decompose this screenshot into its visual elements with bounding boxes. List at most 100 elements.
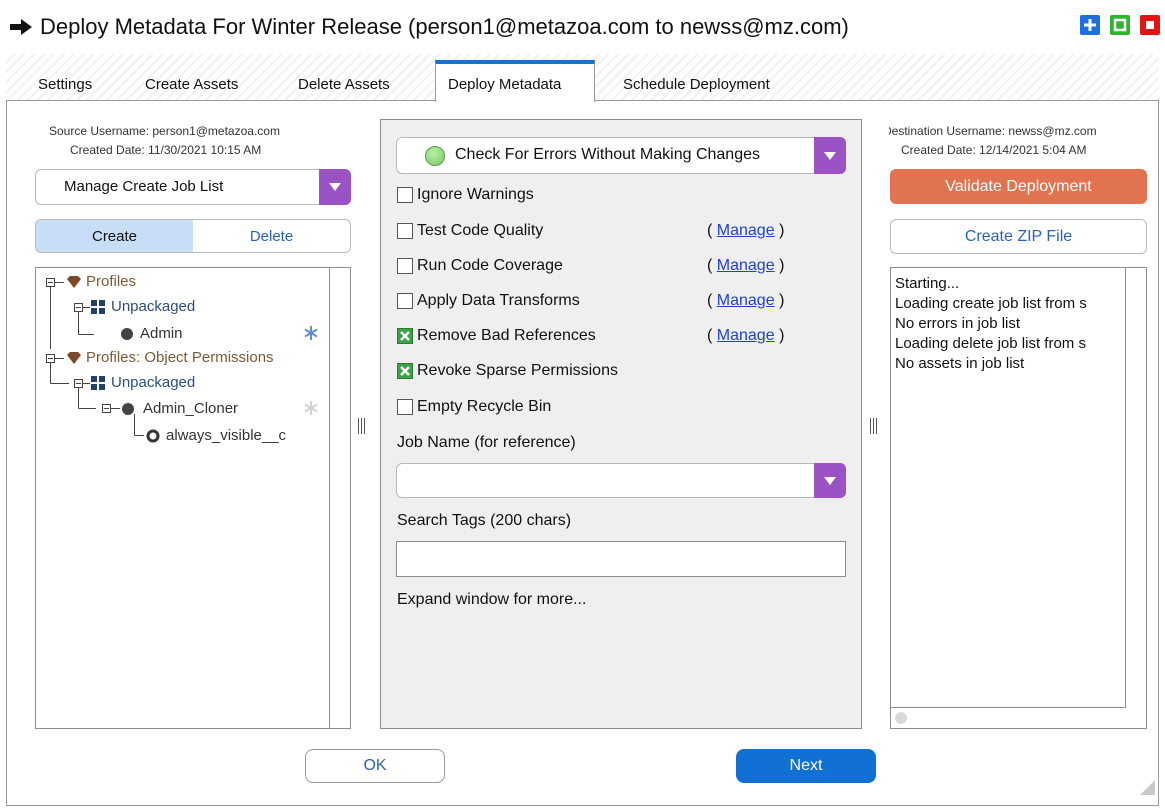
option-ignore-warnings[interactable]: Ignore Warnings (397, 186, 534, 204)
tab-create-assets[interactable]: Create Assets (145, 76, 238, 93)
arrow-right-icon (10, 19, 32, 35)
chevron-down-icon[interactable] (814, 463, 846, 498)
ring-icon (146, 429, 160, 442)
tree-node-profiles[interactable]: Profiles (66, 273, 136, 290)
option-label: Run Code Coverage (417, 257, 563, 274)
job-list-dropdown-value: Manage Create Job List (64, 178, 224, 195)
tree-node-unpackaged[interactable]: Unpackaged (91, 298, 195, 315)
add-window-button[interactable] (1080, 15, 1100, 35)
status-dot-icon (425, 146, 445, 166)
log-line: No assets in job list (895, 355, 1025, 372)
tree-node-unpackaged-2[interactable]: Unpackaged (91, 374, 195, 391)
checkbox[interactable] (397, 223, 413, 239)
option-label: Ignore Warnings (417, 186, 534, 203)
next-button[interactable]: Next (736, 749, 876, 783)
tree-node-object-permissions[interactable]: Profiles: Object Permissions (66, 349, 274, 366)
checkbox-checked[interactable] (397, 328, 413, 344)
title-bar: Deploy Metadata For Winter Release (pers… (0, 0, 1165, 54)
manage-link[interactable]: Manage (717, 327, 775, 344)
left-splitter-handle[interactable] (358, 418, 368, 434)
destination-username-clip: Destination Username: newss@mz.com (889, 124, 1159, 140)
tab-delete-assets[interactable]: Delete Assets (298, 76, 390, 93)
scroll-knob[interactable] (895, 712, 907, 724)
dot-icon (122, 402, 134, 415)
destination-username: Destination Username: newss@mz.com (889, 124, 1097, 138)
tree-label: Unpackaged (111, 298, 196, 315)
manage-apply-data-transforms: ( Manage ) (707, 292, 785, 309)
checkbox-checked[interactable] (397, 363, 413, 379)
option-label: Empty Recycle Bin (417, 398, 552, 415)
create-zip-button[interactable]: Create ZIP File (890, 219, 1147, 254)
close-button[interactable] (1140, 15, 1160, 35)
option-test-code-quality[interactable]: Test Code Quality (397, 222, 543, 240)
job-list-dropdown[interactable]: Manage Create Job List (35, 169, 351, 205)
option-remove-bad-references[interactable]: Remove Bad References (397, 327, 596, 345)
profile-diamond-icon (67, 351, 81, 364)
manage-link[interactable]: Manage (717, 222, 775, 239)
tree-node-admin-cloner[interactable]: Admin_Cloner (121, 400, 238, 417)
tree-label: Profiles (86, 273, 137, 290)
tree-label: Unpackaged (111, 374, 196, 391)
segment-delete[interactable]: Delete (193, 220, 350, 252)
right-splitter-handle[interactable] (870, 418, 880, 434)
manage-run-code-coverage: ( Manage ) (707, 257, 785, 274)
deploy-options-panel (380, 119, 862, 729)
resize-grip-icon[interactable] (1138, 778, 1156, 796)
ok-button[interactable]: OK (305, 749, 445, 783)
validate-deployment-button[interactable]: Validate Deployment (890, 169, 1147, 204)
tab-settings[interactable]: Settings (38, 76, 92, 93)
manage-link[interactable]: Manage (717, 257, 775, 274)
x-check-icon (400, 331, 410, 341)
manage-test-code-quality: ( Manage ) (707, 222, 785, 239)
checkbox[interactable] (397, 187, 413, 203)
search-tags-input[interactable] (396, 541, 846, 577)
log-line: No errors in job list (895, 315, 1021, 332)
option-label: Remove Bad References (417, 327, 596, 344)
asterisk-icon[interactable] (304, 401, 318, 415)
square-outline-icon (1113, 18, 1127, 32)
log-line: Starting... (895, 275, 960, 292)
checkbox[interactable] (397, 258, 413, 274)
search-tags-label: Search Tags (200 chars) (397, 512, 572, 529)
expand-hint: Expand window for more... (397, 591, 587, 608)
window-title: Deploy Metadata For Winter Release (pers… (40, 14, 849, 39)
create-delete-toggle: Create Delete (35, 219, 351, 253)
deploy-log-text: Starting... Loading create job list from… (891, 268, 1126, 708)
checkbox[interactable] (397, 293, 413, 309)
manage-remove-bad-references: ( Manage ) (707, 327, 785, 344)
profile-diamond-icon (67, 275, 81, 288)
chevron-down-icon[interactable] (814, 137, 846, 174)
deploy-log: Starting... Loading create job list from… (890, 267, 1147, 729)
deploy-mode-value: Check For Errors Without Making Changes (455, 146, 760, 163)
log-line: Loading delete job list from s (895, 335, 1086, 352)
tab-schedule-deployment[interactable]: Schedule Deployment (623, 76, 770, 93)
plus-icon (1084, 19, 1096, 31)
tree-node-always-visible[interactable]: always_visible__c (146, 427, 286, 444)
source-created-date: Created Date: 11/30/2021 10:15 AM (70, 143, 262, 157)
manage-link[interactable]: Manage (717, 292, 775, 309)
maximize-button[interactable] (1110, 15, 1130, 35)
option-run-code-coverage[interactable]: Run Code Coverage (397, 257, 563, 275)
dot-icon (121, 327, 133, 340)
tree-label: Admin (140, 325, 183, 342)
segment-create[interactable]: Create (36, 220, 193, 252)
job-name-label: Job Name (for reference) (397, 434, 576, 451)
chevron-down-icon[interactable] (319, 169, 351, 205)
checkbox[interactable] (397, 399, 413, 415)
deploy-mode-dropdown[interactable]: Check For Errors Without Making Changes (396, 137, 846, 174)
tree-label: always_visible__c (166, 427, 287, 444)
asset-tree: Profiles Unpackaged Admin Profiles: Obje… (35, 267, 330, 729)
asterisk-icon[interactable] (304, 326, 318, 340)
tree-label: Admin_Cloner (143, 400, 239, 417)
option-label: Apply Data Transforms (417, 292, 580, 309)
option-revoke-sparse-permissions[interactable]: Revoke Sparse Permissions (397, 362, 618, 380)
tree-scrollbar[interactable] (330, 267, 351, 729)
tab-deploy-metadata[interactable]: Deploy Metadata (435, 60, 595, 102)
tree-node-admin[interactable]: Admin (120, 325, 183, 342)
option-apply-data-transforms[interactable]: Apply Data Transforms (397, 292, 580, 310)
destination-created-date: Created Date: 12/14/2021 5:04 AM (901, 143, 1087, 157)
option-empty-recycle-bin[interactable]: Empty Recycle Bin (397, 398, 551, 416)
tab-deploy-metadata-label: Deploy Metadata (448, 76, 562, 93)
option-label: Test Code Quality (417, 222, 544, 239)
job-name-dropdown[interactable] (396, 463, 846, 498)
